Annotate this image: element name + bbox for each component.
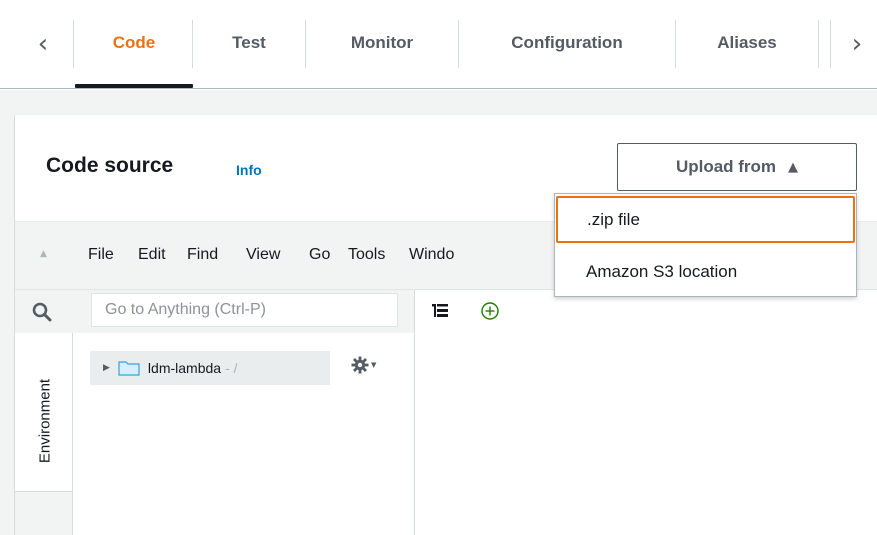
go-to-anything-input[interactable]: [91, 293, 398, 327]
tab-divider: [73, 20, 74, 68]
menu-find[interactable]: Find: [187, 246, 218, 264]
menu-tools[interactable]: Tools: [348, 246, 385, 264]
tab-code[interactable]: Code: [75, 18, 193, 68]
menu-edit[interactable]: Edit: [138, 246, 166, 264]
editor-pane[interactable]: [414, 333, 877, 535]
chevron-down-icon: ▼: [371, 361, 377, 369]
chevron-right-icon[interactable]: ›: [832, 16, 877, 72]
environment-tab[interactable]: Environment: [15, 333, 73, 491]
tab-monitor[interactable]: Monitor: [306, 18, 458, 68]
tab-aliases[interactable]: Aliases: [676, 18, 818, 68]
panel-title: Code source: [46, 154, 174, 177]
tab-bar-border: [0, 88, 877, 89]
tree-item-folder[interactable]: ▶ ldm-lambda - /: [90, 351, 330, 385]
chevron-left-icon[interactable]: ‹: [18, 16, 68, 72]
expand-arrow-icon[interactable]: ▶: [103, 363, 110, 373]
tab-divider: [830, 20, 831, 68]
upload-from-menu: .zip file Amazon S3 location: [554, 193, 857, 297]
menu-go[interactable]: Go: [309, 246, 330, 264]
collapse-caret-icon[interactable]: ▲: [40, 249, 47, 259]
tree-settings-button[interactable]: ▼: [351, 356, 376, 374]
folder-icon: [118, 361, 140, 376]
tab-test[interactable]: Test: [193, 18, 305, 68]
file-list-icon[interactable]: [432, 304, 448, 318]
upload-from-button[interactable]: Upload from ▲: [617, 143, 857, 191]
menu-window[interactable]: Windo: [409, 246, 454, 264]
environment-label: Environment: [36, 378, 54, 464]
tab-divider: [818, 20, 819, 68]
sidebar-empty-area: [15, 491, 73, 535]
info-link[interactable]: Info: [236, 162, 262, 178]
menu-file[interactable]: File: [88, 246, 114, 264]
caret-up-icon: ▲: [788, 159, 799, 175]
upload-from-label: Upload from: [675, 157, 777, 176]
gear-icon: [351, 356, 369, 374]
menu-view[interactable]: View: [246, 246, 280, 264]
tab-configuration[interactable]: Configuration: [459, 18, 675, 68]
folder-name: ldm-lambda: [147, 360, 222, 376]
menu-item-s3-location[interactable]: Amazon S3 location: [555, 247, 856, 297]
tab-bar: ‹ Code Test Monitor Configuration Aliase…: [0, 0, 877, 90]
folder-path: - /: [225, 360, 238, 376]
search-icon[interactable]: [32, 302, 52, 322]
file-tree: ▶ ldm-lambda - / ▼: [73, 333, 414, 535]
add-tab-icon[interactable]: [480, 301, 500, 321]
code-source-panel: Code source Info Upload from ▲ ▲ File Ed…: [14, 115, 877, 535]
menu-item-zip-file[interactable]: .zip file: [556, 196, 855, 243]
